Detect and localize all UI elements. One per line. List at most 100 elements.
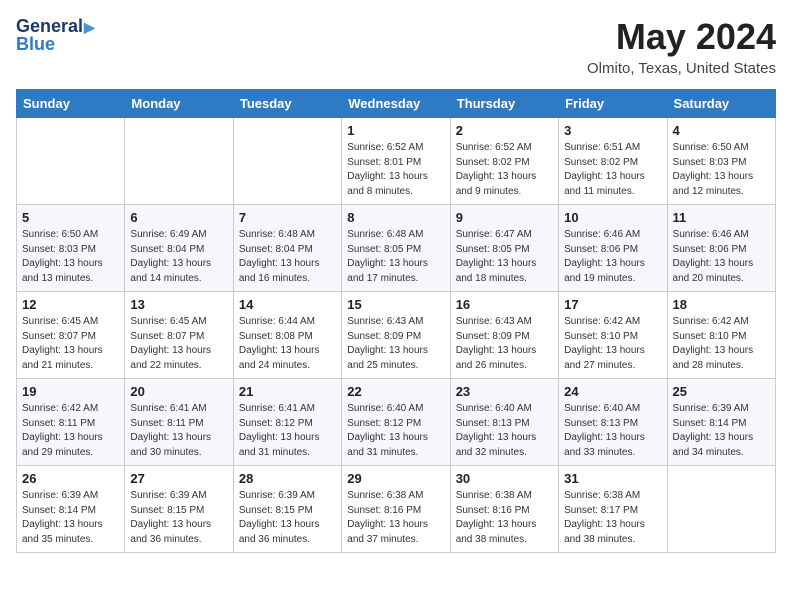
- calendar-cell: 2 Sunrise: 6:52 AM Sunset: 8:02 PM Daylig…: [450, 118, 558, 205]
- day-number: 23: [456, 384, 553, 399]
- day-number: 24: [564, 384, 661, 399]
- location-text: Olmito, Texas, United States: [587, 60, 776, 77]
- cell-info: Sunrise: 6:50 AM Sunset: 8:03 PM Dayligh…: [673, 141, 770, 199]
- day-number: 10: [564, 210, 661, 225]
- cell-info: Sunrise: 6:48 AM Sunset: 8:05 PM Dayligh…: [347, 228, 444, 286]
- cell-info: Sunrise: 6:40 AM Sunset: 8:12 PM Dayligh…: [347, 402, 444, 460]
- calendar-cell: 30Sunrise: 6:38 AM Sunset: 8:16 PM Dayli…: [450, 466, 558, 553]
- calendar-cell: 25 Sunrise: 6:39 AM Sunset: 8:14 PM Dayli…: [667, 379, 775, 466]
- weekday-header: Monday: [125, 90, 233, 118]
- cell-info: Sunrise: 6:42 AM Sunset: 8:11 PM Dayligh…: [22, 402, 119, 460]
- day-number: 7: [239, 210, 336, 225]
- day-number: 9: [456, 210, 553, 225]
- calendar-cell: 13Sunrise: 6:45 AM Sunset: 8:07 PM Dayli…: [125, 292, 233, 379]
- calendar-cell: 29 Sunrise: 6:38 AM Sunset: 8:16 PM Dayli…: [342, 466, 450, 553]
- cell-info: Sunrise: 6:39 AM Sunset: 8:14 PM Dayligh…: [22, 489, 119, 547]
- logo: General▶ Blue: [16, 16, 95, 54]
- day-number: 12: [22, 297, 119, 312]
- cell-info: Sunrise: 6:41 AM Sunset: 8:12 PM Dayligh…: [239, 402, 336, 460]
- calendar-cell: 9 Sunrise: 6:47 AM Sunset: 8:05 PM Daylig…: [450, 205, 558, 292]
- calendar-cell: [17, 118, 125, 205]
- cell-info: Sunrise: 6:42 AM Sunset: 8:10 PM Dayligh…: [564, 315, 661, 373]
- calendar-cell: 23 Sunrise: 6:40 AM Sunset: 8:13 PM Dayli…: [450, 379, 558, 466]
- day-number: 4: [673, 123, 770, 138]
- day-number: 20: [130, 384, 227, 399]
- calendar-cell: 6 Sunrise: 6:49 AM Sunset: 8:04 PM Daylig…: [125, 205, 233, 292]
- day-number: 13: [130, 297, 227, 312]
- calendar-cell: 15 Sunrise: 6:43 AM Sunset: 8:09 PM Dayli…: [342, 292, 450, 379]
- weekday-header: Friday: [559, 90, 667, 118]
- cell-info: Sunrise: 6:44 AM Sunset: 8:08 PM Dayligh…: [239, 315, 336, 373]
- day-number: 29: [347, 471, 444, 486]
- day-number: 3: [564, 123, 661, 138]
- calendar-cell: 1Sunrise: 6:52 AM Sunset: 8:01 PM Daylig…: [342, 118, 450, 205]
- day-number: 26: [22, 471, 119, 486]
- calendar-cell: 27 Sunrise: 6:39 AM Sunset: 8:15 PM Dayli…: [125, 466, 233, 553]
- day-number: 8: [347, 210, 444, 225]
- day-number: 5: [22, 210, 119, 225]
- cell-info: Sunrise: 6:46 AM Sunset: 8:06 PM Dayligh…: [564, 228, 661, 286]
- calendar-cell: 20 Sunrise: 6:41 AM Sunset: 8:11 PM Dayli…: [125, 379, 233, 466]
- calendar-cell: [125, 118, 233, 205]
- day-number: 22: [347, 384, 444, 399]
- calendar-cell: 5 Sunrise: 6:50 AM Sunset: 8:03 PM Daylig…: [17, 205, 125, 292]
- calendar-cell: 10 Sunrise: 6:46 AM Sunset: 8:06 PM Dayli…: [559, 205, 667, 292]
- calendar-cell: 19 Sunrise: 6:42 AM Sunset: 8:11 PM Dayli…: [17, 379, 125, 466]
- day-number: 15: [347, 297, 444, 312]
- calendar-cell: 17 Sunrise: 6:42 AM Sunset: 8:10 PM Dayli…: [559, 292, 667, 379]
- day-number: 14: [239, 297, 336, 312]
- cell-info: Sunrise: 6:47 AM Sunset: 8:05 PM Dayligh…: [456, 228, 553, 286]
- cell-info: Sunrise: 6:50 AM Sunset: 8:03 PM Dayligh…: [22, 228, 119, 286]
- day-number: 27: [130, 471, 227, 486]
- day-number: 31: [564, 471, 661, 486]
- calendar-cell: 12 Sunrise: 6:45 AM Sunset: 8:07 PM Dayli…: [17, 292, 125, 379]
- calendar-cell: 7 Sunrise: 6:48 AM Sunset: 8:04 PM Daylig…: [233, 205, 341, 292]
- title-block: May 2024 Olmito, Texas, United States: [587, 16, 776, 77]
- calendar-cell: 31Sunrise: 6:38 AM Sunset: 8:17 PM Dayli…: [559, 466, 667, 553]
- cell-info: Sunrise: 6:43 AM Sunset: 8:09 PM Dayligh…: [456, 315, 553, 373]
- weekday-header: Sunday: [17, 90, 125, 118]
- calendar-cell: 4 Sunrise: 6:50 AM Sunset: 8:03 PM Daylig…: [667, 118, 775, 205]
- cell-info: Sunrise: 6:39 AM Sunset: 8:14 PM Dayligh…: [673, 402, 770, 460]
- cell-info: Sunrise: 6:43 AM Sunset: 8:09 PM Dayligh…: [347, 315, 444, 373]
- day-number: 17: [564, 297, 661, 312]
- cell-info: Sunrise: 6:48 AM Sunset: 8:04 PM Dayligh…: [239, 228, 336, 286]
- calendar-cell: 18 Sunrise: 6:42 AM Sunset: 8:10 PM Dayli…: [667, 292, 775, 379]
- month-title: May 2024: [587, 16, 776, 58]
- cell-info: Sunrise: 6:49 AM Sunset: 8:04 PM Dayligh…: [130, 228, 227, 286]
- cell-info: Sunrise: 6:42 AM Sunset: 8:10 PM Dayligh…: [673, 315, 770, 373]
- day-number: 16: [456, 297, 553, 312]
- day-number: 25: [673, 384, 770, 399]
- calendar-cell: 24 Sunrise: 6:40 AM Sunset: 8:13 PM Dayli…: [559, 379, 667, 466]
- cell-info: Sunrise: 6:46 AM Sunset: 8:06 PM Dayligh…: [673, 228, 770, 286]
- calendar-cell: 14 Sunrise: 6:44 AM Sunset: 8:08 PM Dayli…: [233, 292, 341, 379]
- day-number: 21: [239, 384, 336, 399]
- day-number: 18: [673, 297, 770, 312]
- cell-info: Sunrise: 6:39 AM Sunset: 8:15 PM Dayligh…: [239, 489, 336, 547]
- calendar-cell: 21 Sunrise: 6:41 AM Sunset: 8:12 PM Dayli…: [233, 379, 341, 466]
- day-number: 1: [347, 123, 444, 138]
- day-number: 2: [456, 123, 553, 138]
- cell-info: Sunrise: 6:39 AM Sunset: 8:15 PM Dayligh…: [130, 489, 227, 547]
- cell-info: Sunrise: 6:41 AM Sunset: 8:11 PM Dayligh…: [130, 402, 227, 460]
- cell-info: Sunrise: 6:51 AM Sunset: 8:02 PM Dayligh…: [564, 141, 661, 199]
- calendar-cell: 16 Sunrise: 6:43 AM Sunset: 8:09 PM Dayli…: [450, 292, 558, 379]
- cell-info: Sunrise: 6:40 AM Sunset: 8:13 PM Dayligh…: [456, 402, 553, 460]
- day-number: 19: [22, 384, 119, 399]
- day-number: 11: [673, 210, 770, 225]
- cell-info: Sunrise: 6:52 AM Sunset: 8:02 PM Dayligh…: [456, 141, 553, 199]
- cell-info: Sunrise: 6:38 AM Sunset: 8:16 PM Dayligh…: [456, 489, 553, 547]
- calendar-cell: 3 Sunrise: 6:51 AM Sunset: 8:02 PM Daylig…: [559, 118, 667, 205]
- cell-info: Sunrise: 6:38 AM Sunset: 8:16 PM Dayligh…: [347, 489, 444, 547]
- weekday-header: Wednesday: [342, 90, 450, 118]
- page-header: General▶ Blue May 2024 Olmito, Texas, Un…: [16, 16, 776, 77]
- weekday-header: Saturday: [667, 90, 775, 118]
- calendar-cell: 26 Sunrise: 6:39 AM Sunset: 8:14 PM Dayli…: [17, 466, 125, 553]
- calendar-cell: 22 Sunrise: 6:40 AM Sunset: 8:12 PM Dayli…: [342, 379, 450, 466]
- day-number: 6: [130, 210, 227, 225]
- day-number: 28: [239, 471, 336, 486]
- calendar-table: SundayMondayTuesdayWednesdayThursdayFrid…: [16, 89, 776, 553]
- calendar-cell: 11 Sunrise: 6:46 AM Sunset: 8:06 PM Dayli…: [667, 205, 775, 292]
- cell-info: Sunrise: 6:40 AM Sunset: 8:13 PM Dayligh…: [564, 402, 661, 460]
- cell-info: Sunrise: 6:45 AM Sunset: 8:07 PM Dayligh…: [22, 315, 119, 373]
